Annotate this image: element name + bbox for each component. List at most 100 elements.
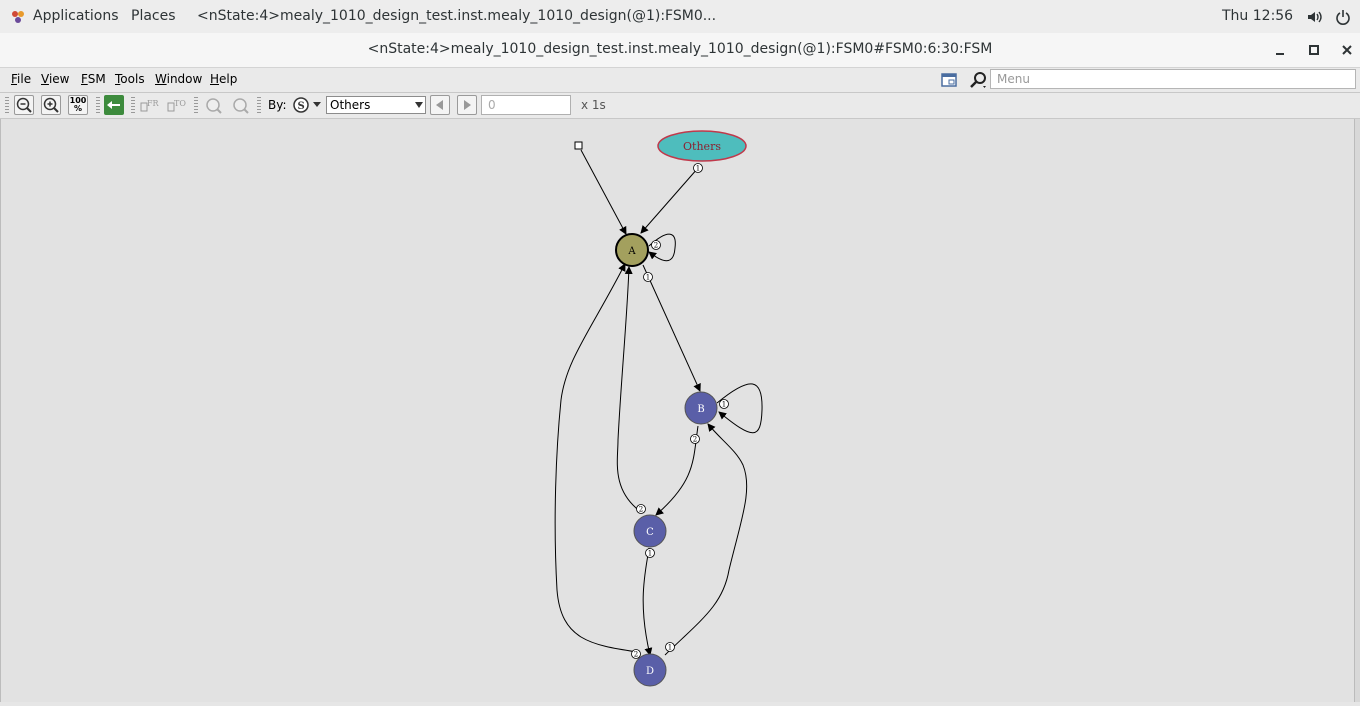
menu-tools[interactable]: Tools: [115, 72, 145, 86]
step-forward-button[interactable]: [457, 95, 477, 115]
svg-text:2: 2: [639, 506, 643, 514]
toolbar-grip[interactable]: [131, 97, 135, 113]
search-icon[interactable]: [969, 70, 989, 90]
svg-text:1: 1: [668, 644, 672, 652]
clock[interactable]: Thu 12:56: [1222, 8, 1293, 24]
vertical-scrollbar[interactable]: [1354, 119, 1360, 702]
menu-fsm-label: SM: [87, 72, 106, 86]
menu-window-accel: W: [155, 72, 167, 86]
triangle-right-icon: [464, 100, 471, 110]
state-others[interactable]: Others: [657, 130, 747, 162]
menu-help[interactable]: Help: [210, 72, 237, 86]
step-unit-label: x 1s: [581, 98, 606, 112]
state-c-label: C: [646, 527, 654, 538]
state-d[interactable]: D: [633, 653, 667, 687]
state-c[interactable]: C: [633, 514, 667, 548]
state-others-label: Others: [683, 140, 721, 153]
edge-label-c-to-a: 2: [636, 504, 646, 514]
by-select-value: Others: [330, 98, 371, 112]
zoom-out-button[interactable]: [14, 95, 34, 115]
toolbar-grip[interactable]: [96, 97, 100, 113]
to-icon: TO: [167, 99, 186, 112]
edge-label-a-self: 2: [651, 240, 661, 250]
edge-d-to-a: [554, 263, 638, 653]
places-menu[interactable]: Places: [131, 8, 176, 24]
triangle-left-icon: [436, 100, 443, 110]
menu-view-accel: V: [41, 72, 49, 86]
chevron-down-icon: [415, 102, 423, 108]
search-next-icon: [233, 98, 249, 114]
fsm-diagram[interactable]: Others A B C D 1 2 1 1 2 2 1 1 2: [1, 119, 1355, 702]
step-back-button[interactable]: [430, 95, 450, 115]
menu-fsm[interactable]: FSM: [81, 72, 106, 86]
edge-d-to-b: [664, 423, 748, 656]
state-a[interactable]: A: [615, 233, 649, 267]
maximize-icon[interactable]: [1305, 41, 1323, 59]
menu-help-label: elp: [219, 72, 238, 86]
edge-label-b-self: 1: [719, 399, 729, 409]
search-prev-icon: [206, 98, 222, 114]
power-icon[interactable]: [1335, 9, 1351, 25]
step-input[interactable]: 0: [481, 95, 571, 115]
to-button[interactable]: TO: [166, 95, 186, 115]
active-window-title[interactable]: <nState:4>mealy_1010_design_test.inst.me…: [197, 8, 716, 24]
by-select[interactable]: Others: [326, 96, 426, 114]
search-type-dropdown-icon[interactable]: S: [292, 96, 324, 114]
zoom-out-icon: [16, 97, 32, 113]
volume-icon[interactable]: [1306, 9, 1322, 25]
reset-marker[interactable]: [574, 141, 583, 150]
menu-file[interactable]: File: [11, 72, 31, 86]
menu-view[interactable]: View: [41, 72, 69, 86]
zoom-in-button[interactable]: [41, 95, 61, 115]
state-d-label: D: [646, 666, 654, 677]
menu-window-label: indow: [166, 72, 203, 86]
state-b[interactable]: B: [684, 391, 718, 425]
window-title: <nState:4>mealy_1010_design_test.inst.me…: [367, 41, 993, 57]
applications-icon: [12, 11, 24, 23]
menu-search-input[interactable]: Menu: [990, 69, 1356, 89]
toolbar-grip[interactable]: [5, 97, 9, 113]
edge-label-others-to-a: 1: [693, 163, 703, 173]
menubar: File View FSM Tools Window Help Menu: [0, 68, 1360, 93]
by-label: By:: [268, 98, 287, 112]
applications-menu[interactable]: Applications: [33, 8, 119, 24]
window-title-bar: <nState:4>mealy_1010_design_test.inst.me…: [0, 33, 1360, 68]
svg-text:1: 1: [696, 165, 700, 173]
menu-tools-label: ools: [120, 72, 145, 86]
edge-label-d-to-b: 1: [665, 642, 675, 652]
gnome-top-bar: Applications Places <nState:4>mealy_1010…: [0, 0, 1360, 34]
edge-c-to-a: [616, 266, 642, 513]
edge-others-to-a: [640, 167, 699, 234]
svg-text:TO: TO: [174, 99, 186, 108]
undock-icon[interactable]: [940, 71, 958, 89]
svg-text:FR: FR: [147, 99, 159, 108]
menu-view-label: iew: [48, 72, 70, 86]
toolbar: 100 % FR TO By: S Others 0 x 1s: [0, 93, 1360, 119]
menu-window[interactable]: Window: [155, 72, 202, 86]
edge-label-a-to-b: 1: [643, 272, 653, 282]
edge-c-to-d: [642, 547, 653, 656]
edge-a-to-b: [642, 264, 701, 392]
svg-text:2: 2: [693, 436, 697, 444]
state-a-label: A: [627, 246, 636, 257]
back-arrow-icon: [107, 101, 120, 109]
close-icon[interactable]: [1338, 41, 1356, 59]
svg-text:1: 1: [648, 550, 652, 558]
zoom-in-icon: [43, 97, 59, 113]
back-button[interactable]: [104, 95, 124, 115]
fsm-canvas[interactable]: Others A B C D 1 2 1 1 2 2 1 1 2: [0, 119, 1355, 702]
toolbar-grip[interactable]: [257, 97, 261, 113]
menu-help-accel: H: [210, 72, 220, 86]
zoom-100-button[interactable]: 100 %: [68, 95, 88, 115]
edge-label-d-to-a: 2: [631, 649, 641, 659]
edge-reset-to-a: [580, 149, 627, 235]
svg-text:1: 1: [722, 401, 726, 409]
menu-file-label: ile: [17, 72, 32, 86]
menu-fsm-accel: F: [81, 72, 88, 86]
from-button[interactable]: FR: [139, 95, 160, 115]
svg-text:S: S: [298, 101, 305, 112]
search-next-button[interactable]: [230, 95, 250, 115]
minimize-icon[interactable]: [1271, 41, 1289, 59]
search-prev-button[interactable]: [203, 95, 223, 115]
toolbar-grip[interactable]: [194, 97, 198, 113]
